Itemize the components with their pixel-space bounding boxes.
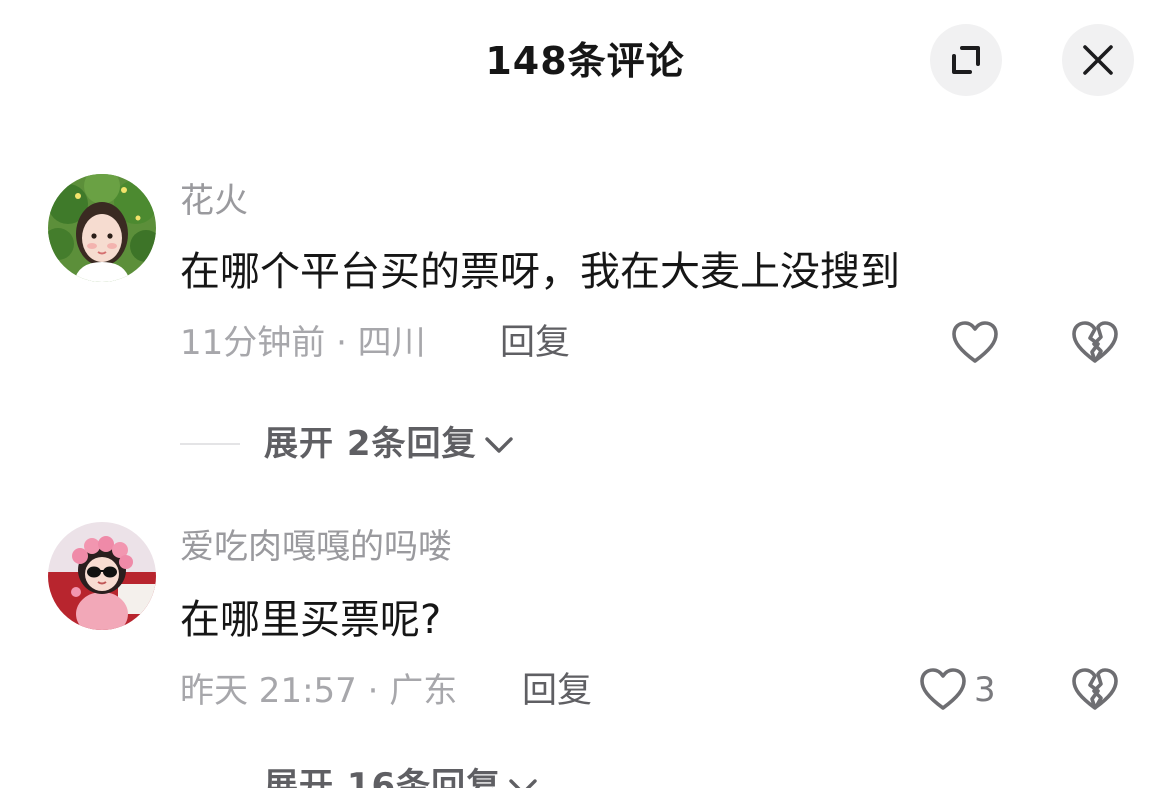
chevron-down-icon xyxy=(509,779,537,788)
avatar-girl-leaf-wreath xyxy=(48,174,156,282)
dislike-button[interactable] xyxy=(1070,318,1120,372)
username[interactable]: 爱吃肉嘎嘎的吗喽 xyxy=(180,525,452,569)
heart-icon xyxy=(952,321,998,363)
like-count: 3 xyxy=(974,670,996,710)
comment-text: 在哪里买票呢? xyxy=(180,597,442,643)
expand-replies-button[interactable]: 展开 16条回复 xyxy=(180,764,539,788)
expand-replies-label: 展开 16条回复 xyxy=(264,766,502,788)
close-icon xyxy=(1083,45,1113,75)
chevron-down-icon xyxy=(484,437,513,453)
close-button[interactable] xyxy=(1062,24,1134,96)
reply-button[interactable]: 回复 xyxy=(522,669,592,713)
comment-meta: 11分钟前 · 四川 xyxy=(180,323,426,363)
comment-text: 在哪个平台买的票呀，我在大麦上没搜到 xyxy=(180,249,900,295)
comment-meta: 昨天 21:57 · 广东 xyxy=(180,671,458,711)
avatar[interactable] xyxy=(48,174,156,282)
expand-divider xyxy=(180,443,240,445)
like-button[interactable]: 3 xyxy=(918,665,996,715)
expand-replies-button[interactable]: 展开 2条回复 xyxy=(180,422,515,466)
reply-button[interactable]: 回复 xyxy=(500,321,570,365)
expand-divider xyxy=(180,785,240,787)
username[interactable]: 花火 xyxy=(180,179,248,223)
expand-replies-label: 展开 2条回复 xyxy=(264,424,477,464)
dislike-button[interactable] xyxy=(1070,665,1120,719)
avatar-cartoon-girl-sunglasses xyxy=(48,522,156,630)
like-button[interactable] xyxy=(950,318,1000,368)
avatar[interactable] xyxy=(48,522,156,630)
expand-button[interactable] xyxy=(930,24,1002,96)
broken-heart-icon xyxy=(1072,321,1118,363)
broken-heart-icon xyxy=(1072,668,1118,710)
comments-sheet: 148条评论 花火 在哪个平台买的票呀，我在大麦上没搜到 11分钟前 · 四川 … xyxy=(0,0,1170,788)
expand-corners-icon xyxy=(952,46,980,74)
heart-icon xyxy=(920,668,966,710)
